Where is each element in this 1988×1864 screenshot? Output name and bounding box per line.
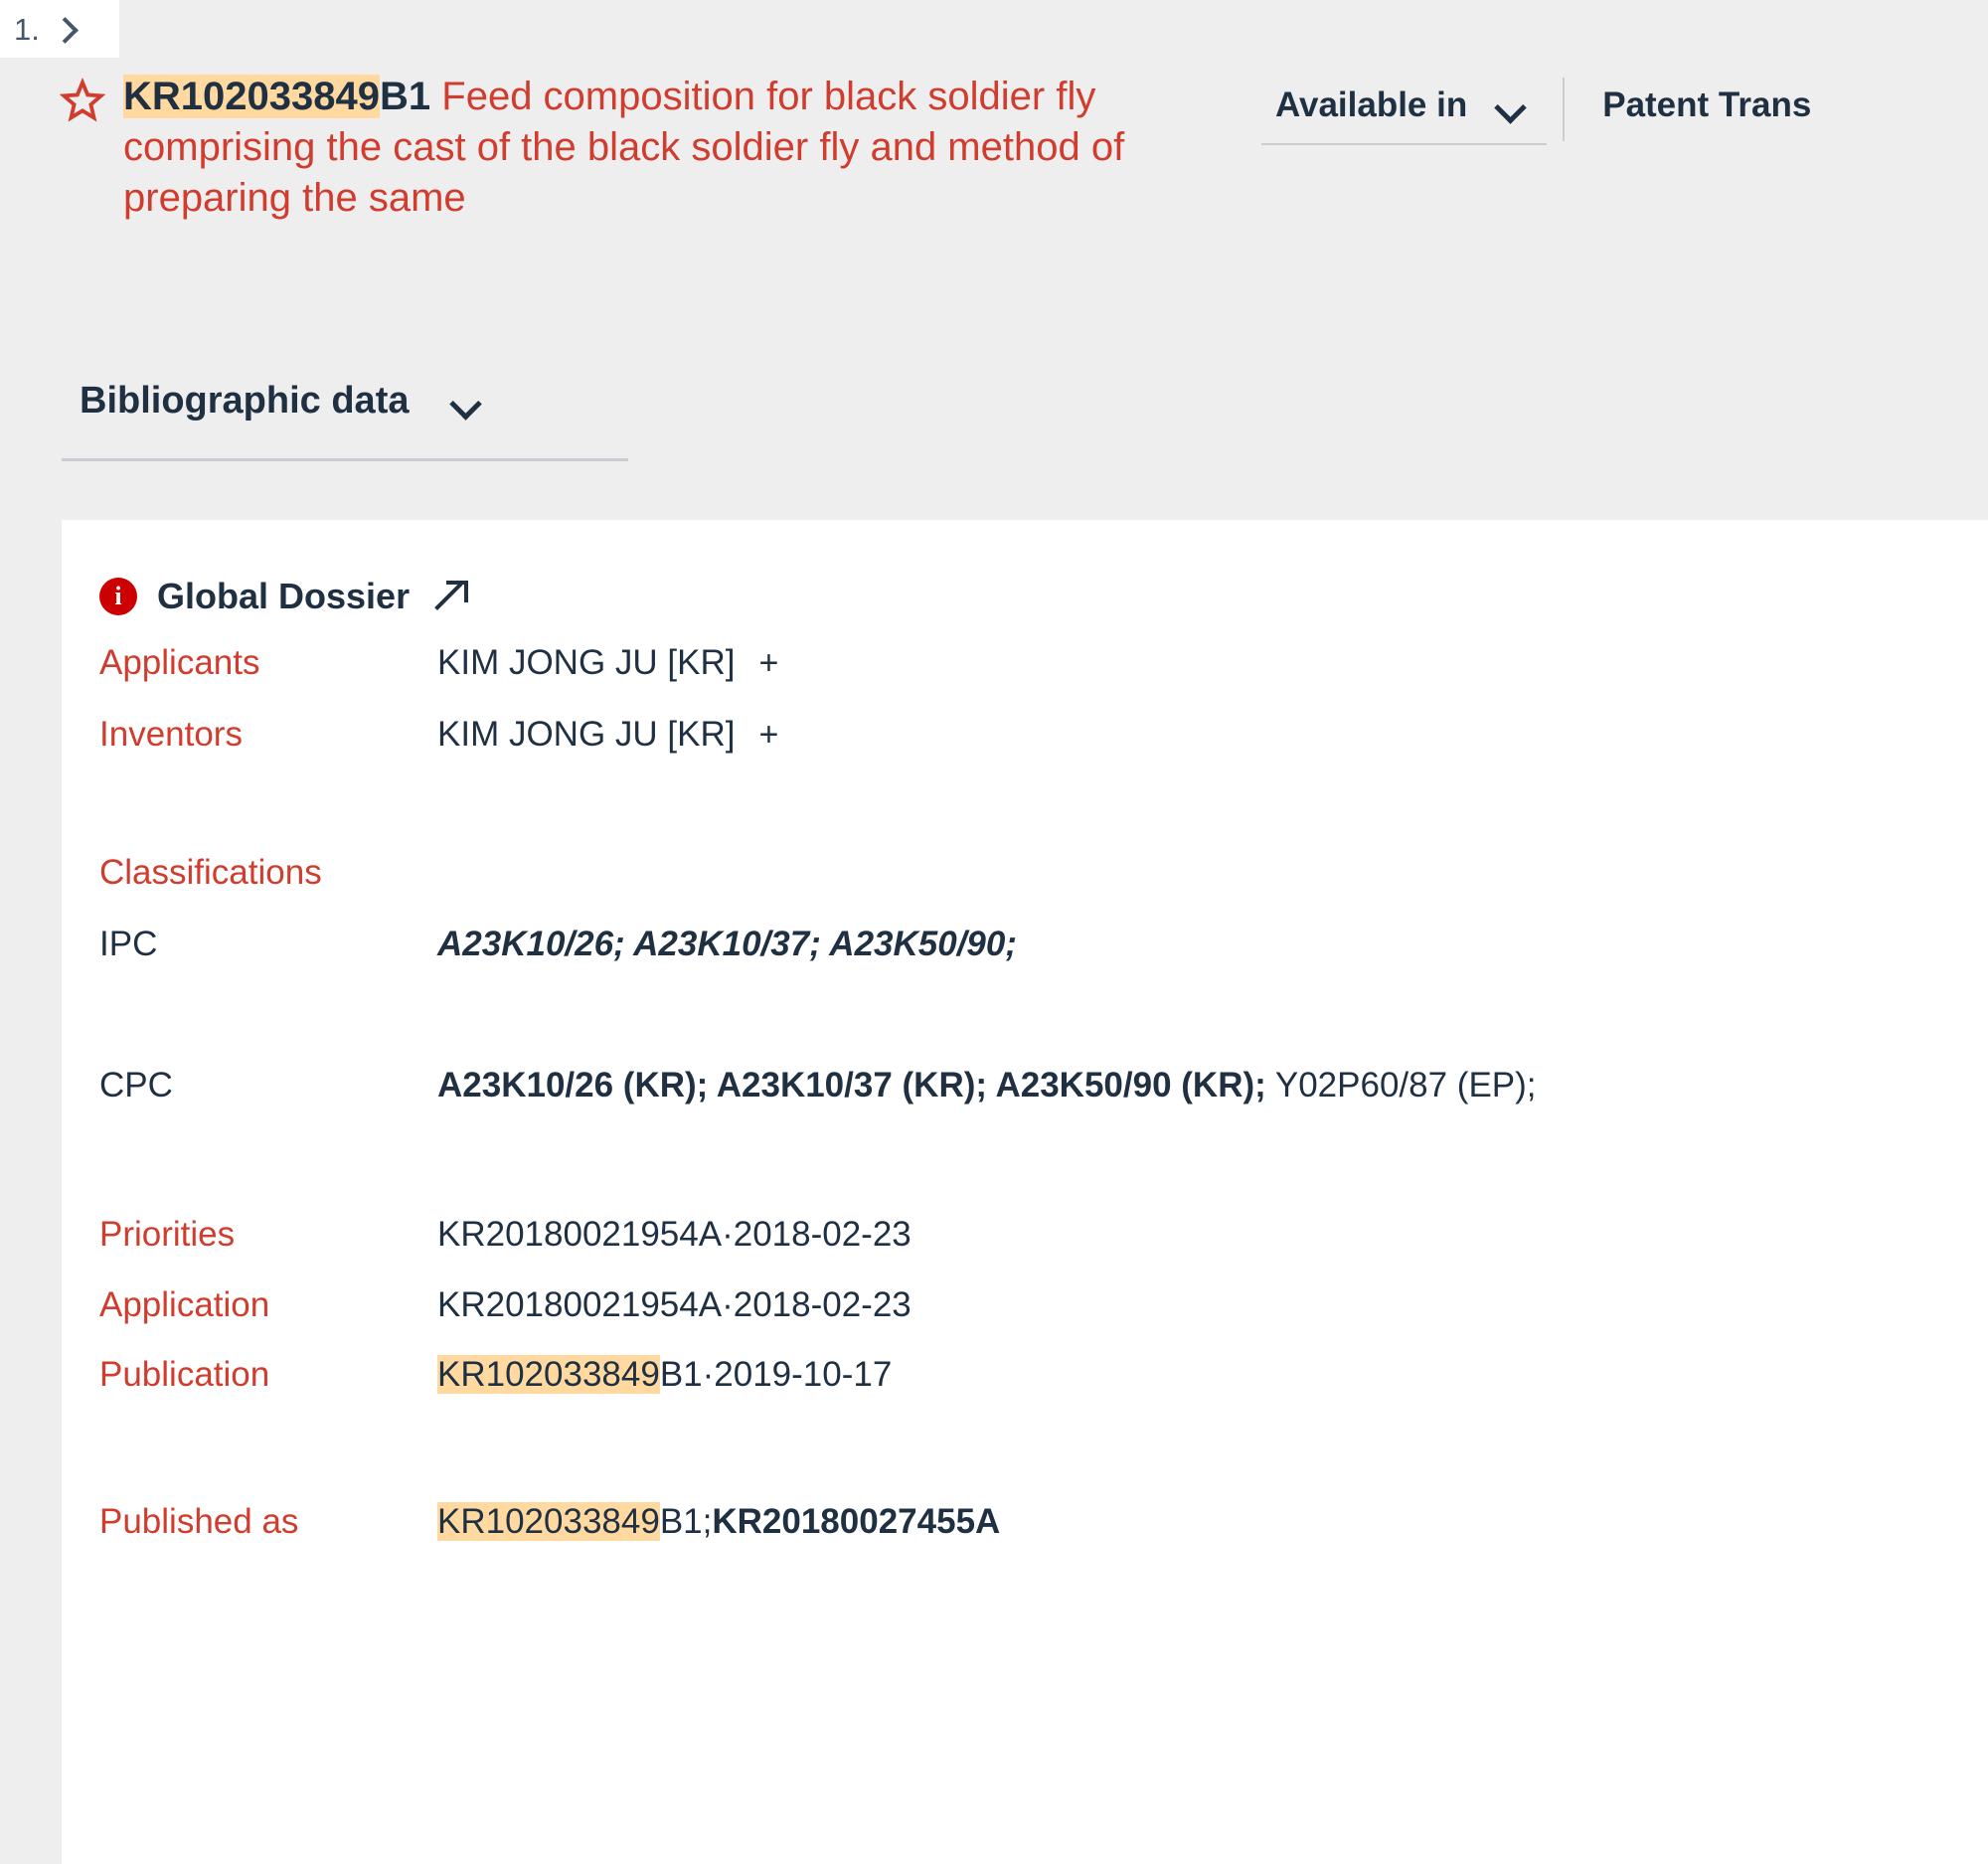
field-row-classifications: Classifications — [99, 853, 1988, 893]
star-outline-icon[interactable] — [60, 78, 105, 123]
application-label: Application — [99, 1285, 437, 1325]
field-row-applicants: Applicants KIM JONG JU [KR] + — [99, 643, 1988, 683]
publication-number-highlight: KR102033849 — [123, 75, 380, 118]
cpc-label: CPC — [99, 1066, 437, 1105]
applicants-label: Applicants — [99, 643, 437, 683]
field-row-cpc: CPC A23K10/26 (KR); A23K10/37 (KR); A23K… — [99, 1066, 1988, 1105]
global-dossier-link[interactable]: i Global Dossier — [62, 520, 1988, 617]
patent-translate-label: Patent Trans — [1602, 85, 1811, 125]
result-index-nav[interactable]: 1. — [0, 0, 119, 58]
available-in-label: Available in — [1275, 85, 1467, 125]
bibliographic-fields: Applicants KIM JONG JU [KR] + Inventors K… — [62, 643, 1988, 1542]
applicants-value[interactable]: KIM JONG JU [KR] + — [437, 643, 778, 683]
section-underline — [62, 458, 628, 461]
applicants-expand-button[interactable]: + — [758, 644, 778, 682]
field-row-inventors: Inventors KIM JONG JU [KR] + — [99, 715, 1988, 755]
bibliographic-data-section-header[interactable]: Bibliographic data — [62, 380, 628, 461]
field-row-ipc: IPC A23K10/26; A23K10/37; A23K50/90; — [99, 925, 1988, 964]
result-index-label: 1. — [14, 14, 40, 45]
field-row-published-as: Published as KR102033849B1;KR20180027455… — [99, 1502, 1988, 1542]
priorities-label: Priorities — [99, 1215, 437, 1255]
publication-value-rest: B1·2019-10-17 — [660, 1355, 893, 1394]
publication-number-suffix: B1 — [380, 75, 430, 118]
patent-title[interactable]: KR102033849B1 Feed composition for black… — [123, 72, 1246, 225]
available-in-dropdown[interactable]: Available in — [1238, 72, 1563, 159]
published-as-value[interactable]: KR102033849B1;KR20180027455A — [437, 1502, 1000, 1542]
global-dossier-label: Global Dossier — [157, 576, 410, 617]
published-as-highlight: KR102033849 — [437, 1502, 660, 1541]
publication-label: Publication — [99, 1355, 437, 1395]
publication-value[interactable]: KR102033849B1·2019-10-17 — [437, 1355, 892, 1395]
chevron-down-icon[interactable] — [450, 393, 480, 411]
inventors-value[interactable]: KIM JONG JU [KR] + — [437, 715, 778, 755]
cpc-value-kr: A23K10/26 (KR); A23K10/37 (KR); A23K50/9… — [437, 1066, 1266, 1104]
bibliographic-data-card: i Global Dossier Applicants KIM JONG JU … — [62, 520, 1988, 1864]
ipc-label: IPC — [99, 925, 437, 964]
chevron-down-icon[interactable] — [1495, 96, 1525, 114]
chevron-right-icon[interactable] — [54, 18, 76, 40]
published-as-mid: B1; — [660, 1502, 713, 1541]
inventors-label: Inventors — [99, 715, 437, 755]
field-row-priorities: Priorities KR20180021954A·2018-02-23 — [99, 1215, 1988, 1255]
field-row-publication: Publication KR102033849B1·2019-10-17 — [99, 1355, 1988, 1395]
application-value[interactable]: KR20180021954A·2018-02-23 — [437, 1285, 911, 1325]
cpc-value[interactable]: A23K10/26 (KR); A23K10/37 (KR); A23K50/9… — [437, 1066, 1537, 1105]
field-row-application: Application KR20180021954A·2018-02-23 — [99, 1285, 1988, 1325]
top-controls: Available in Patent Trans — [1238, 72, 1849, 159]
publication-number-highlight: KR102033849 — [437, 1355, 660, 1394]
bibliographic-data-label: Bibliographic data — [80, 380, 409, 423]
inventors-expand-button[interactable]: + — [758, 716, 778, 754]
applicants-text: KIM JONG JU [KR] — [437, 643, 735, 682]
classifications-label: Classifications — [99, 853, 437, 893]
external-link-arrow-icon[interactable] — [435, 580, 469, 613]
info-circle-icon[interactable]: i — [99, 578, 137, 615]
published-as-second-number: KR20180027455A — [712, 1502, 1000, 1541]
inventors-text: KIM JONG JU [KR] — [437, 715, 735, 754]
patent-translate-button[interactable]: Patent Trans — [1565, 72, 1849, 159]
published-as-label: Published as — [99, 1502, 437, 1542]
ipc-value[interactable]: A23K10/26; A23K10/37; A23K50/90; — [437, 925, 1017, 964]
priorities-value[interactable]: KR20180021954A·2018-02-23 — [437, 1215, 911, 1255]
cpc-value-ep: Y02P60/87 (EP); — [1266, 1066, 1537, 1104]
